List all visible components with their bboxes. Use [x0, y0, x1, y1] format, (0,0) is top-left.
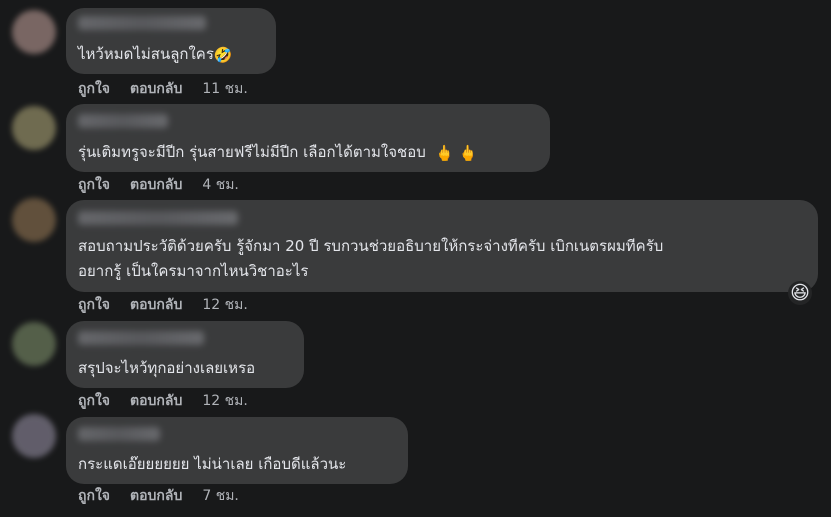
middle-finger-emoji-icon: 🖕 🖕 [435, 144, 478, 162]
comment-actions: ถูกใจ ตอบกลับ 12 ชม. [78, 391, 268, 411]
comment-text-line-2: อยากรู้ เป็นใครมาจากไหนวิชาอะไร [78, 262, 309, 280]
commenter-name[interactable] [78, 211, 238, 225]
reply-button[interactable]: ตอบกลับ [130, 486, 182, 506]
like-button[interactable]: ถูกใจ [78, 295, 110, 315]
avatar[interactable] [12, 414, 56, 458]
reply-button[interactable]: ตอบกลับ [130, 391, 182, 411]
comment-bubble: สรุปจะไหว้ทุกอย่างเลยเหรอ [66, 321, 304, 388]
comment-text-line-1: สอบถามประวัติด้วยครับ รู้จักมา 20 ปี รบก… [78, 237, 664, 255]
comment-actions: ถูกใจ ตอบกลับ 12 ชม. [78, 295, 268, 315]
reply-button[interactable]: ตอบกลับ [130, 79, 182, 99]
comment-actions: ถูกใจ ตอบกลับ 11 ชม. [78, 79, 268, 99]
rofl-emoji-icon: 🤣 [213, 46, 233, 64]
commenter-name[interactable] [78, 16, 206, 30]
timestamp[interactable]: 12 ชม. [202, 295, 247, 315]
comment-actions: ถูกใจ ตอบกลับ 4 ชม. [78, 175, 259, 195]
avatar[interactable] [12, 106, 56, 150]
comment-text: ไหว้หมดไม่สนลูกใคร🤣 [78, 42, 233, 67]
comment-text: กระแดเอ๊ยยยยยย ไม่น่าเลย เกือบดีแล้วนะ [78, 455, 347, 473]
comment-bubble: สอบถามประวัติด้วยครับ รู้จักมา 20 ปี รบก… [66, 200, 818, 292]
timestamp[interactable]: 11 ชม. [202, 79, 247, 99]
timestamp[interactable]: 7 ชม. [202, 486, 239, 506]
like-button[interactable]: ถูกใจ [78, 391, 110, 411]
like-button[interactable]: ถูกใจ [78, 486, 110, 506]
avatar[interactable] [12, 322, 56, 366]
like-button[interactable]: ถูกใจ [78, 79, 110, 99]
timestamp[interactable]: 12 ชม. [202, 391, 247, 411]
commenter-name[interactable] [78, 331, 204, 345]
avatar[interactable] [12, 10, 56, 54]
avatar[interactable] [12, 198, 56, 242]
comment-bubble: ไหว้หมดไม่สนลูกใคร🤣 [66, 8, 276, 74]
comment-actions: ถูกใจ ตอบกลับ 7 ชม. [78, 486, 259, 506]
laughing-reaction-icon[interactable]: 😆 [788, 281, 812, 305]
commenter-name[interactable] [78, 114, 168, 128]
comment-bubble: กระแดเอ๊ยยยยยย ไม่น่าเลย เกือบดีแล้วนะ [66, 417, 408, 484]
reply-button[interactable]: ตอบกลับ [130, 295, 182, 315]
comment-text: สรุปจะไหว้ทุกอย่างเลยเหรอ [78, 359, 256, 377]
comment-bubble: รุ่นเติมทรูจะมีปีก รุ่นสายฟรีไม่มีปีก เล… [66, 104, 550, 172]
reply-button[interactable]: ตอบกลับ [130, 175, 182, 195]
comment-text: รุ่นเติมทรูจะมีปีก รุ่นสายฟรีไม่มีปีก เล… [78, 140, 477, 165]
timestamp[interactable]: 4 ชม. [202, 175, 239, 195]
comments-feed: ไหว้หมดไม่สนลูกใคร🤣 ถูกใจ ตอบกลับ 11 ชม.… [0, 0, 831, 517]
like-button[interactable]: ถูกใจ [78, 175, 110, 195]
commenter-name[interactable] [78, 427, 160, 441]
